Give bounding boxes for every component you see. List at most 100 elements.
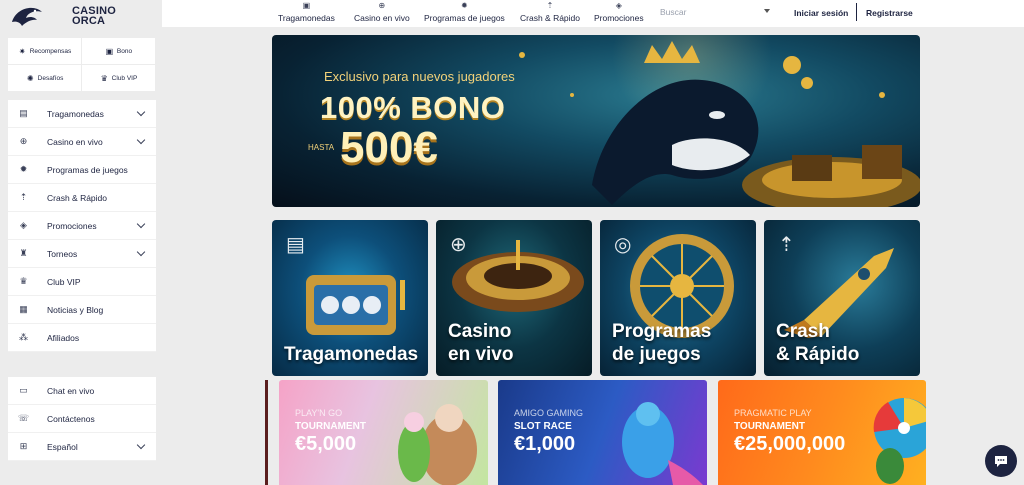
sidebar-item-language[interactable]: ⊞ Español [8,433,156,461]
slot-icon: ▤ [19,108,28,118]
roulette-icon: ⊕ [378,1,386,10]
category-line1: Programas [612,321,712,342]
category-line2: de juegos [612,344,701,365]
tournament-amount: €25,000,000 [734,433,846,455]
carousel-edge [265,380,268,485]
category-tile-slots[interactable]: ▤ Tragamonedas [272,220,428,376]
category-label: Programas de juegos [612,320,711,366]
roulette-icon: ⊕ [19,136,28,146]
contact-icon: ☏ [17,413,30,423]
tag-icon: ◈ [20,220,27,230]
search-dropdown[interactable]: Buscar [660,4,770,19]
sidebar-item-vip-club[interactable]: ♛ Club VIP [8,268,156,296]
quick-link-vip[interactable]: ♛ Club VIP [82,65,156,92]
sidebar-item-news[interactable]: ▦ Noticias y Blog [8,296,156,324]
sidebar-item-crash[interactable]: ⇡ Crash & Rápido [8,184,156,212]
star-burst-icon: ✷ [18,46,26,56]
quick-link-label: Desafíos [37,74,64,82]
sidebar-item-label: Torneos [47,248,78,259]
sidebar-item-label: Promociones [47,220,97,231]
sidebar-item-label: Club VIP [47,276,81,287]
tournament-provider: PRAGMATIC PLAY [734,408,812,418]
slot-icon: ▣ [302,1,311,10]
category-label: Tragamonedas [284,343,418,366]
sidebar-item-affiliates[interactable]: ⁂ Afiliados [8,324,156,352]
header-nav-game-shows[interactable]: ✹ Programas de juegos [424,0,505,27]
quick-link-challenges[interactable]: ✺ Desafíos [8,65,82,92]
sidebar-item-label: Afiliados [47,332,80,343]
login-button[interactable]: Iniciar sesión [794,8,848,18]
casino-orca-logo[interactable]: CASINO ORCA [8,2,158,30]
header-divider [856,3,857,21]
crown-icon: ♛ [100,73,108,83]
trophy-icon: ♜ [19,248,28,258]
quick-link-bonus[interactable]: ▣ Bono [82,38,156,65]
chat-bubble-icon [995,456,1007,467]
quick-link-rewards[interactable]: ✷ Recompensas [8,38,82,65]
header-nav-label: Programas de juegos [424,13,505,23]
sidebar-item-live-chat[interactable]: ▭ Chat en vivo [8,377,156,405]
category-tile-game-shows[interactable]: ◎ Programas de juegos [600,220,756,376]
quick-links: ✷ Recompensas ▣ Bono ✺ Desafíos ♛ Club V… [8,38,156,92]
header-nav-slots[interactable]: ▣ Tragamonedas [278,0,335,27]
header-nav-crash[interactable]: ⇡ Crash & Rápido [520,0,580,27]
sidebar-item-slots[interactable]: ▤ Tragamonedas [8,100,156,128]
top-header: ▣ Tragamonedas ⊕ Casino en vivo ✹ Progra… [162,0,1024,27]
tournament-card-playngo[interactable]: PLAY'N GO TOURNAMENT €5,000 [279,380,488,485]
sidebar-item-live-casino[interactable]: ⊕ Casino en vivo [8,128,156,156]
category-line1: Casino [448,321,512,342]
category-line1: Tragamonedas [284,344,419,365]
sidebar-item-label: Contáctenos [47,413,95,424]
chevron-down-icon [136,219,146,229]
orca-logo-icon [12,7,42,26]
sidebar-item-label: Crash & Rápido [47,192,108,203]
welcome-bonus-banner[interactable]: Exclusivo para nuevos jugadores 100% BON… [272,35,920,207]
search-placeholder: Buscar [660,6,687,17]
tournament-card-pragmatic[interactable]: PRAGMATIC PLAY TOURNAMENT €25,000,000 [718,380,926,485]
category-tile-crash[interactable]: ⇡ Crash & Rápido [764,220,920,376]
rocket-icon: ⇡ [19,192,28,202]
sidebar: CASINO ORCA ✷ Recompensas ▣ Bono ✺ Desaf… [0,0,162,485]
chevron-down-icon [136,440,146,450]
crown-icon: ♛ [19,276,28,286]
category-label: Casino en vivo [448,320,513,366]
sidebar-item-tournaments[interactable]: ♜ Torneos [8,240,156,268]
category-tile-live-casino[interactable]: ⊕ Casino en vivo [436,220,592,376]
quick-link-label: Recompensas [29,47,72,55]
header-nav-live-casino[interactable]: ⊕ Casino en vivo [354,0,410,27]
sidebar-bottom-nav: ▭ Chat en vivo ☏ Contáctenos ⊞ Español [8,377,156,461]
header-nav-label: Tragamonedas [278,13,335,23]
tournament-kind: TOURNAMENT [734,421,805,432]
tournament-kind: SLOT RACE [514,421,572,432]
sidebar-item-label: Español [47,441,78,452]
wheel-icon: ✹ [461,1,468,10]
caret-down-icon [764,9,770,13]
tournament-amount: €1,000 [514,433,576,455]
category-label: Crash & Rápido [776,320,859,366]
tournament-kind: TOURNAMENT [295,421,366,432]
sidebar-item-label: Tragamonedas [47,108,104,119]
header-nav-label: Casino en vivo [354,13,410,23]
live-chat-button[interactable] [985,445,1017,477]
tournament-amount: €5,000 [295,433,357,455]
tournament-provider: PLAY'N GO [295,408,343,418]
news-icon: ▦ [19,304,28,314]
sidebar-item-label: Noticias y Blog [47,304,104,315]
register-button[interactable]: Registrarse [866,8,913,18]
hero-up-to: HASTA [308,143,335,152]
tag-icon: ◈ [615,1,622,10]
quick-link-label: Bono [116,47,133,55]
header-nav-promotions[interactable]: ◈ Promociones [594,0,644,27]
affiliates-icon: ⁂ [19,332,28,342]
sidebar-item-game-shows[interactable]: ✹ Programas de juegos [8,156,156,184]
sidebar-item-promotions[interactable]: ◈ Promociones [8,212,156,240]
header-nav-label: Crash & Rápido [520,13,581,23]
sidebar-item-contact[interactable]: ☏ Contáctenos [8,405,156,433]
tournament-provider: AMIGO GAMING [514,408,584,418]
tournament-card-amigo[interactable]: AMIGO GAMING SLOT RACE €1,000 [498,380,707,485]
hero-subtitle: Exclusivo para nuevos jugadores [324,69,515,84]
brand-name: CASINO ORCA [72,6,116,27]
rocket-icon: ⇡ [546,1,554,10]
quick-link-label: Club VIP [111,74,138,82]
sidebar-item-label: Programas de juegos [47,164,128,175]
